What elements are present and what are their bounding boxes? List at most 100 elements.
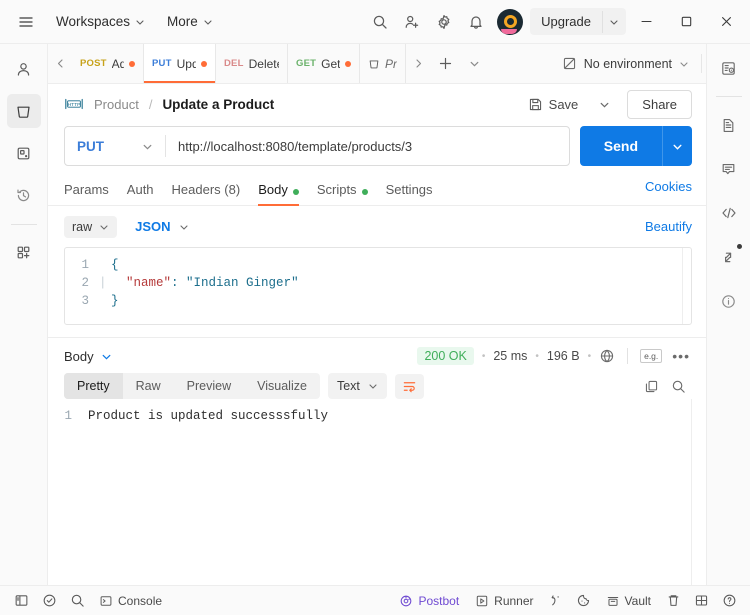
body-mode-selector[interactable]: raw bbox=[64, 216, 117, 238]
capture-requests-icon[interactable] bbox=[543, 590, 569, 612]
more-label: More bbox=[167, 14, 198, 29]
globe-icon[interactable] bbox=[599, 348, 615, 364]
response-view-tabs: Pretty Raw Preview Visualize Text bbox=[48, 373, 706, 399]
body-toolbar: raw JSON Beautify bbox=[48, 206, 706, 247]
sidebar-item-collections[interactable] bbox=[7, 94, 41, 128]
url-input[interactable] bbox=[166, 127, 569, 165]
request-header: HTTP Product / Update a Product Save bbox=[48, 84, 706, 124]
tab-update-product[interactable]: PUT Upda bbox=[144, 44, 216, 83]
trash-icon[interactable] bbox=[660, 590, 686, 612]
body-language-selector[interactable]: JSON bbox=[131, 215, 192, 238]
send-dropdown-caret[interactable] bbox=[662, 126, 692, 166]
search-icon[interactable] bbox=[64, 590, 90, 612]
upgrade-button[interactable]: Upgrade bbox=[530, 8, 602, 35]
sidebar-item-history[interactable] bbox=[7, 178, 41, 212]
share-button[interactable]: Share bbox=[627, 90, 692, 119]
chevron-down-icon bbox=[135, 17, 145, 27]
minimize-icon[interactable] bbox=[626, 0, 666, 44]
response-body-viewer[interactable]: 1 Product is updated successsfully bbox=[48, 399, 706, 585]
code-snippet-icon[interactable] bbox=[713, 197, 745, 229]
tab-collection-product[interactable]: Pr bbox=[360, 44, 406, 83]
upgrade-button-group[interactable]: Upgrade bbox=[530, 8, 626, 35]
tab-add-product[interactable]: POST Add bbox=[72, 44, 144, 83]
editor-content[interactable]: 1 { 2 | "name": "Indian Ginger" 3 } bbox=[65, 248, 691, 324]
tab-scripts[interactable]: Scripts bbox=[317, 176, 368, 205]
send-button[interactable]: Send bbox=[580, 126, 662, 166]
chevron-down-icon bbox=[672, 141, 683, 152]
tab-visualize[interactable]: Visualize bbox=[244, 373, 320, 399]
comments-icon[interactable] bbox=[713, 153, 745, 185]
sidebar-item-apps[interactable] bbox=[7, 235, 41, 269]
eg-label[interactable]: e.g. bbox=[640, 349, 662, 363]
runner-button[interactable]: Runner bbox=[468, 591, 540, 611]
close-icon[interactable] bbox=[706, 0, 746, 44]
info-icon[interactable] bbox=[713, 285, 745, 317]
tab-auth[interactable]: Auth bbox=[127, 176, 154, 205]
tab-params[interactable]: Params bbox=[64, 176, 109, 205]
console-button[interactable]: Console bbox=[92, 591, 169, 611]
breadcrumb-parent[interactable]: Product bbox=[94, 97, 139, 112]
copy-icon[interactable] bbox=[638, 375, 665, 398]
changes-icon[interactable] bbox=[713, 241, 745, 273]
cookies-icon[interactable] bbox=[571, 590, 597, 612]
vault-button[interactable]: Vault bbox=[599, 591, 658, 611]
request-body-editor[interactable]: 1 { 2 | "name": "Indian Ginger" 3 } bbox=[64, 247, 692, 325]
response-format-selector[interactable]: Text bbox=[328, 373, 387, 399]
tab-body[interactable]: Body bbox=[258, 176, 299, 205]
gear-icon[interactable] bbox=[429, 7, 459, 37]
invite-user-icon[interactable] bbox=[397, 7, 427, 37]
tab-get-product[interactable]: GET Get a bbox=[288, 44, 360, 83]
collection-icon bbox=[368, 58, 380, 70]
avatar[interactable] bbox=[497, 9, 523, 35]
tab-raw[interactable]: Raw bbox=[123, 373, 174, 399]
app-body: POST Add PUT Upda DEL Delete GET bbox=[0, 44, 750, 585]
new-tab-button[interactable] bbox=[430, 44, 460, 83]
save-dropdown-caret[interactable] bbox=[595, 93, 614, 116]
cookies-link[interactable]: Cookies bbox=[645, 179, 692, 202]
check-circle-icon[interactable] bbox=[36, 590, 62, 612]
more-menu[interactable]: More bbox=[159, 9, 221, 34]
response-format-label: Text bbox=[337, 379, 360, 393]
http-method-selector[interactable]: PUT bbox=[65, 127, 165, 165]
response-scroll-divider bbox=[691, 399, 692, 585]
tab-title: Pr bbox=[385, 57, 397, 71]
hamburger-icon[interactable] bbox=[10, 6, 42, 38]
workspaces-menu[interactable]: Workspaces bbox=[48, 9, 153, 34]
chevron-down-icon bbox=[99, 222, 109, 232]
upgrade-dropdown-caret[interactable] bbox=[602, 11, 626, 33]
tab-pretty[interactable]: Pretty bbox=[64, 373, 123, 399]
tabstrip-scroll-right[interactable] bbox=[406, 44, 430, 83]
more-options-icon[interactable]: ••• bbox=[670, 348, 692, 364]
sidebar-item-user[interactable] bbox=[7, 52, 41, 86]
sidebar-toggle-icon[interactable] bbox=[8, 590, 34, 612]
save-label: Save bbox=[549, 97, 579, 112]
help-icon[interactable] bbox=[716, 590, 742, 612]
send-button-group: Send bbox=[580, 126, 692, 166]
chevron-right-icon bbox=[413, 58, 424, 69]
tab-list-dropdown[interactable] bbox=[460, 44, 488, 83]
chevron-down-icon bbox=[368, 381, 378, 391]
documentation-icon[interactable] bbox=[713, 109, 745, 141]
chevron-down-icon bbox=[599, 99, 610, 110]
tab-preview[interactable]: Preview bbox=[174, 373, 244, 399]
beautify-button[interactable]: Beautify bbox=[645, 219, 692, 234]
two-pane-layout-icon[interactable] bbox=[688, 590, 714, 612]
environment-selector[interactable]: No environment bbox=[554, 44, 697, 83]
search-icon[interactable] bbox=[665, 375, 692, 398]
tab-label: Headers (8) bbox=[172, 182, 241, 197]
tab-headers[interactable]: Headers (8) bbox=[172, 176, 241, 205]
tabstrip-scroll-left[interactable] bbox=[48, 44, 72, 83]
response-body-selector[interactable]: Body bbox=[64, 349, 112, 364]
postbot-button[interactable]: Postbot bbox=[392, 591, 466, 611]
overview-icon[interactable] bbox=[713, 52, 745, 84]
sidebar-item-environments[interactable] bbox=[7, 136, 41, 170]
meta-separator: • bbox=[588, 351, 592, 362]
tab-delete-product[interactable]: DEL Delete bbox=[216, 44, 288, 83]
maximize-icon[interactable] bbox=[666, 0, 706, 44]
search-icon[interactable] bbox=[365, 7, 395, 37]
tab-settings[interactable]: Settings bbox=[386, 176, 433, 205]
bell-icon[interactable] bbox=[461, 7, 491, 37]
editor-line: 2 | "name": "Indian Ginger" bbox=[65, 274, 691, 292]
save-button[interactable]: Save bbox=[519, 92, 588, 117]
word-wrap-icon[interactable] bbox=[395, 374, 424, 399]
